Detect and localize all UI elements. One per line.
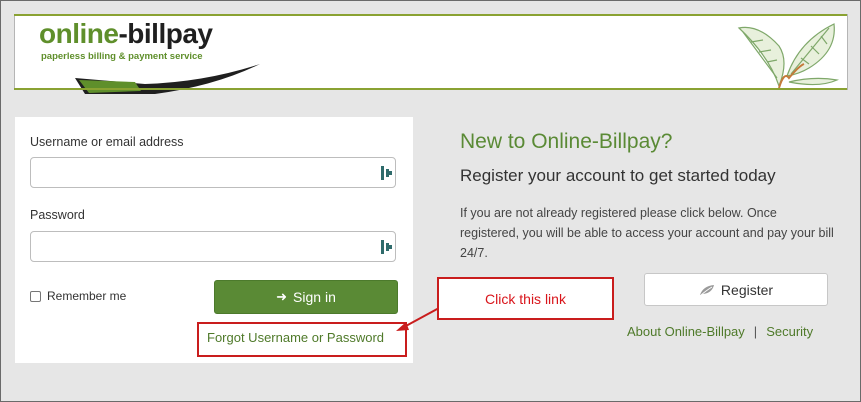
remember-me-row[interactable]: Remember me xyxy=(30,289,126,303)
security-link[interactable]: Security xyxy=(766,324,813,339)
register-label: Register xyxy=(720,281,774,298)
banner-bottom-border xyxy=(14,88,847,90)
password-manager-icon[interactable] xyxy=(381,166,393,180)
password-input[interactable] xyxy=(30,231,396,262)
callout-box: Click this link xyxy=(437,277,614,320)
sign-in-icon: ➜ xyxy=(276,289,288,304)
password-label: Password xyxy=(30,208,85,222)
footer-links: About Online-Billpay | Security xyxy=(627,324,813,339)
register-heading: New to Online-Billpay? xyxy=(460,130,673,153)
footer-separator: | xyxy=(753,324,758,339)
header-banner: online-billpay paperless billing & payme… xyxy=(14,14,848,94)
sign-in-button[interactable]: ➜ Sign in xyxy=(214,280,398,314)
banner-top-border xyxy=(14,14,847,16)
about-link[interactable]: About Online-Billpay xyxy=(627,324,745,339)
logo-wordmark: online-billpay xyxy=(39,18,213,49)
sign-in-label: Sign in xyxy=(293,289,336,305)
register-description: If you are not already registered please… xyxy=(460,206,834,260)
remember-me-checkbox[interactable] xyxy=(30,290,41,302)
username-label: Username or email address xyxy=(30,135,184,149)
password-manager-icon[interactable] xyxy=(381,240,393,254)
register-subheading: Register your account to get started tod… xyxy=(460,166,776,185)
circuit-leaf-icon xyxy=(737,23,840,88)
logo[interactable]: online-billpay paperless billing & payme… xyxy=(15,14,275,94)
username-input[interactable] xyxy=(30,157,396,188)
leaf-icon xyxy=(699,284,714,295)
logo-swoosh-icon xyxy=(75,64,260,94)
register-button[interactable]: Register xyxy=(644,273,828,306)
forgot-username-password-link[interactable]: Forgot Username or Password xyxy=(207,330,384,345)
remember-me-label: Remember me xyxy=(47,289,127,303)
callout-text: Click this link xyxy=(485,290,566,307)
